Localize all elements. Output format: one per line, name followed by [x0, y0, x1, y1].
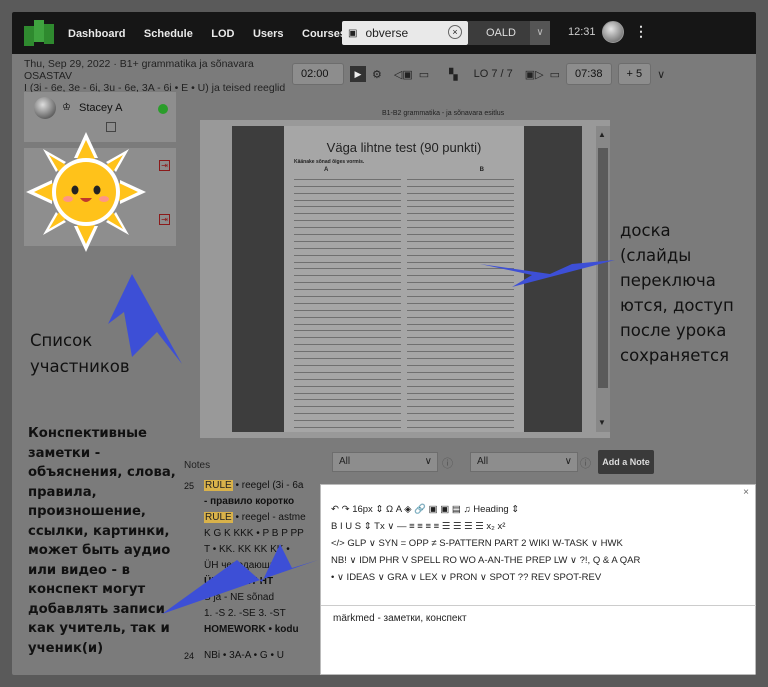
callout-line: заметки - [28, 445, 101, 461]
callout-line: сохраняется [620, 346, 729, 365]
callout-line: добавлять записи [28, 601, 165, 617]
callout-line: объяснения, слова, [28, 465, 176, 480]
callout-line: конспект могут [28, 582, 146, 597]
notes-callout: Конспективные заметки - объяснения, слов… [28, 424, 198, 658]
callout-line: после урока [620, 321, 727, 340]
callout-line: может быть аудио [28, 543, 171, 558]
callout-line: ученик(и) [28, 640, 104, 656]
callout-line: (слайды [620, 246, 692, 265]
callout-line: Список [30, 331, 93, 350]
callout-line: произношение, [28, 504, 146, 519]
callout-line: доска [620, 221, 671, 240]
callout-line: Конспективные [28, 426, 147, 441]
callout-line: ются, доступ [620, 296, 734, 315]
screenshot-frame: Dashboard Schedule LOD Users Courses ▣ o… [12, 12, 756, 675]
arrow-to-board [480, 260, 615, 287]
board-callout: доска (слайды переключа ются, доступ пос… [620, 218, 756, 368]
callout-line: участников [30, 357, 130, 376]
callout-line: правила, [28, 484, 97, 500]
participants-callout: Список участников [30, 328, 130, 380]
callout-line: или видео - в [28, 562, 130, 578]
callout-line: переключа [620, 271, 716, 290]
callout-line: ссылки, картинки, [28, 523, 170, 539]
callout-line: как учитель, так и [28, 621, 170, 636]
